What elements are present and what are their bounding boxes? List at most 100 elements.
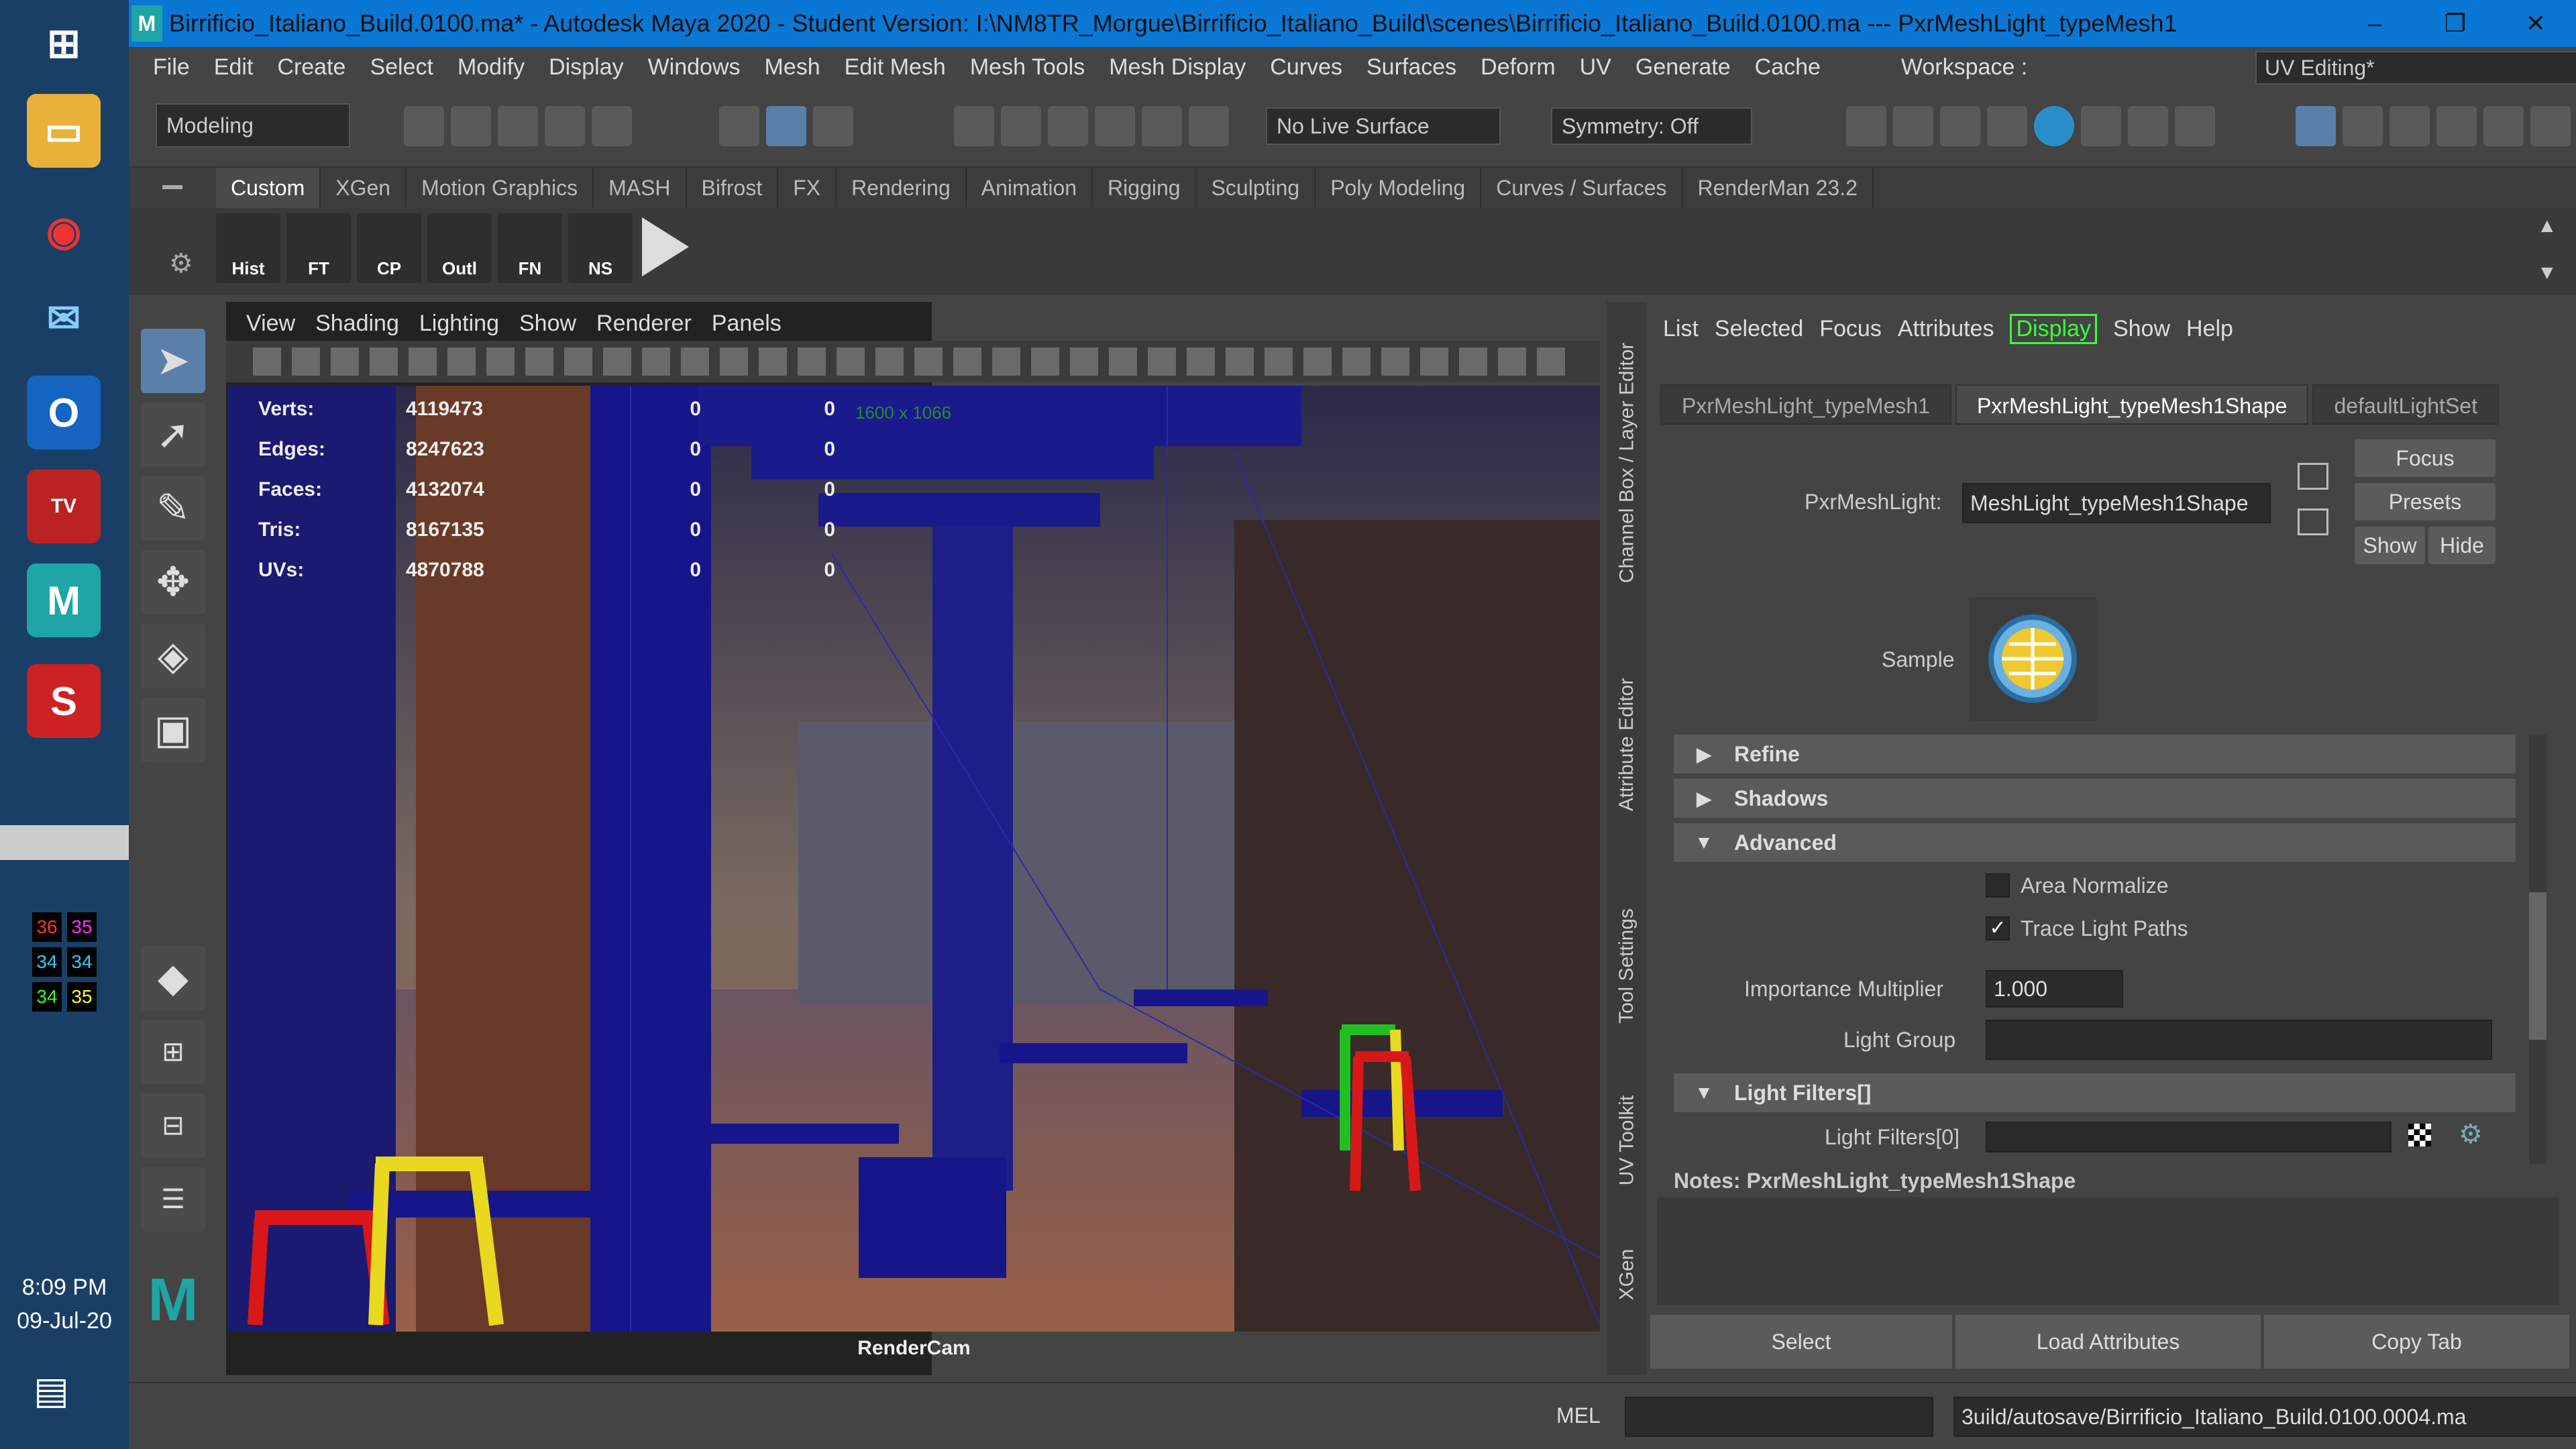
menu-curves[interactable]: Curves	[1270, 54, 1342, 80]
sample-swatch[interactable]	[1969, 597, 2096, 721]
menu-select[interactable]: Select	[370, 54, 433, 80]
select-component-icon[interactable]	[813, 106, 853, 146]
importance-multiplier-field[interactable]: 1.000	[1986, 970, 2123, 1008]
tab-tool-settings[interactable]: Tool Settings	[1607, 879, 1647, 1053]
restore-button[interactable]: ❐	[2415, 0, 2496, 47]
shelf-tab-custom[interactable]: Custom	[216, 168, 321, 208]
node-name-field[interactable]: MeshLight_typeMesh1Shape	[1962, 483, 2271, 523]
show-button[interactable]: Show	[2355, 527, 2425, 564]
shelf-cp-button[interactable]: CP	[357, 213, 421, 283]
focus-input-icon[interactable]	[2298, 463, 2328, 490]
snap-grid-icon[interactable]	[954, 106, 994, 146]
shelf-tab-rigging[interactable]: Rigging	[1093, 168, 1197, 208]
snap-pivot-icon[interactable]	[1189, 106, 1229, 146]
trace-light-paths-checkbox[interactable]: ✓	[1986, 916, 2010, 941]
menu-mesh-tools[interactable]: Mesh Tools	[970, 54, 1085, 80]
shelf-outl-button[interactable]: Outl	[427, 213, 492, 283]
channel-box-icon[interactable]	[2483, 106, 2524, 146]
select-button[interactable]: Select	[1650, 1315, 1952, 1368]
modeling-toolkit-icon[interactable]	[2296, 106, 2336, 146]
four-view-icon[interactable]: ⊞	[141, 1020, 205, 1084]
menu-windows[interactable]: Windows	[648, 54, 741, 80]
menu-edit-mesh[interactable]: Edit Mesh	[845, 54, 946, 80]
lasso-tool-icon[interactable]: ➚	[141, 402, 205, 467]
shelf-tab-rendering[interactable]: Rendering	[837, 168, 967, 208]
outlook-icon[interactable]: O	[27, 376, 101, 449]
save-scene-icon[interactable]	[498, 106, 538, 146]
attribute-editor-icon[interactable]	[2390, 106, 2430, 146]
render-setup-icon[interactable]	[2081, 106, 2121, 146]
vp-menu-renderer[interactable]: Renderer	[596, 311, 692, 337]
paint-select-icon[interactable]: ✎	[141, 476, 205, 541]
focus-output-icon[interactable]	[2298, 508, 2328, 535]
tool-settings-icon[interactable]	[2436, 106, 2477, 146]
section-light-filters[interactable]: ▼ Light Filters[]	[1674, 1073, 2516, 1112]
menu-generate[interactable]: Generate	[1635, 54, 1731, 80]
script-language-toggle[interactable]: MEL	[1556, 1403, 1601, 1428]
shelf-tab-poly-modeling[interactable]: Poly Modeling	[1316, 168, 1482, 208]
light-filters-field[interactable]	[1986, 1122, 2392, 1152]
move-tool-icon[interactable]: ✥	[141, 550, 205, 614]
area-normalize-checkbox[interactable]	[1986, 873, 2010, 898]
light-group-field[interactable]	[1986, 1020, 2492, 1060]
shelf-tab-renderman[interactable]: RenderMan 23.2	[1683, 168, 1874, 208]
substance-icon[interactable]: S	[27, 664, 101, 738]
symmetry-dropdown[interactable]: Symmetry: Off	[1551, 107, 1752, 145]
maya-taskbar-icon[interactable]: M	[27, 564, 101, 637]
snap-view-icon[interactable]	[1095, 106, 1135, 146]
shelf-scroll-up-icon[interactable]: ▲	[2537, 215, 2557, 237]
minimize-button[interactable]: –	[2334, 0, 2415, 47]
section-advanced[interactable]: ▼ Advanced	[1674, 823, 2516, 862]
ae-menu-attributes[interactable]: Attributes	[1898, 316, 1994, 342]
presets-button[interactable]: Presets	[2355, 483, 2496, 521]
outliner-layout-icon[interactable]: ☰	[141, 1167, 205, 1232]
ae-menu-list[interactable]: List	[1663, 316, 1699, 342]
copy-tab-button[interactable]: Copy Tab	[2264, 1315, 2569, 1368]
vp-menu-panels[interactable]: Panels	[712, 311, 782, 337]
hypershade-icon[interactable]	[2034, 106, 2074, 146]
scale-tool-icon[interactable]: ▣	[141, 698, 205, 762]
select-hierarchy-icon[interactable]	[719, 106, 759, 146]
redo-icon[interactable]	[592, 106, 632, 146]
tab-xgen[interactable]: XGen	[1607, 1221, 1647, 1328]
render-settings-icon[interactable]	[1987, 106, 2027, 146]
shelf-tab-motion-graphics[interactable]: Motion Graphics	[407, 168, 594, 208]
menu-edit[interactable]: Edit	[214, 54, 254, 80]
tab-uv-toolkit[interactable]: UV Toolkit	[1607, 1067, 1647, 1214]
checker-icon[interactable]	[2408, 1124, 2431, 1146]
menu-create[interactable]: Create	[277, 54, 345, 80]
menu-uv[interactable]: UV	[1580, 54, 1611, 80]
command-input[interactable]	[1625, 1397, 1933, 1437]
light-editor-icon[interactable]	[2128, 106, 2168, 146]
open-scene-icon[interactable]	[451, 106, 491, 146]
shelf-fn-button[interactable]: FN	[498, 213, 562, 283]
select-tool-icon[interactable]: ➤	[141, 329, 205, 393]
live-surface-field[interactable]: No Live Surface	[1266, 107, 1501, 145]
filter-settings-icon[interactable]: ⚙	[2459, 1119, 2483, 1150]
windows-start-icon[interactable]: ⊞	[27, 7, 101, 80]
shelf-menu-icon[interactable]	[162, 185, 182, 189]
vp-menu-shading[interactable]: Shading	[315, 311, 399, 337]
taskbar-scroll[interactable]	[0, 825, 129, 860]
render-current-icon[interactable]	[1893, 106, 1933, 146]
mode-dropdown[interactable]: Modeling	[156, 103, 350, 148]
ae-menu-focus[interactable]: Focus	[1819, 316, 1882, 342]
ae-tab-lightset[interactable]: defaultLightSet	[2312, 384, 2499, 425]
file-explorer-icon[interactable]: ▭	[27, 94, 101, 168]
load-attributes-button[interactable]: Load Attributes	[1955, 1315, 2261, 1368]
render-view-icon[interactable]	[1846, 106, 1886, 146]
menu-mesh[interactable]: Mesh	[765, 54, 820, 80]
vp-menu-view[interactable]: View	[246, 311, 295, 337]
shelf-ft-button[interactable]: FT	[286, 213, 351, 283]
menu-surfaces[interactable]: Surfaces	[1366, 54, 1456, 80]
chrome-icon[interactable]: ◉	[27, 195, 101, 268]
pause-icon[interactable]	[2175, 106, 2215, 146]
single-view-icon[interactable]: ◆	[141, 946, 205, 1010]
ae-menu-selected[interactable]: Selected	[1715, 316, 1803, 342]
menu-cache[interactable]: Cache	[1755, 54, 1821, 80]
menu-mesh-display[interactable]: Mesh Display	[1109, 54, 1246, 80]
shelf-scroll-down-icon[interactable]: ▼	[2537, 262, 2557, 284]
ipr-render-icon[interactable]	[1940, 106, 1980, 146]
close-button[interactable]: ✕	[2496, 0, 2576, 47]
tab-attribute-editor[interactable]: Attribute Editor	[1607, 624, 1647, 865]
